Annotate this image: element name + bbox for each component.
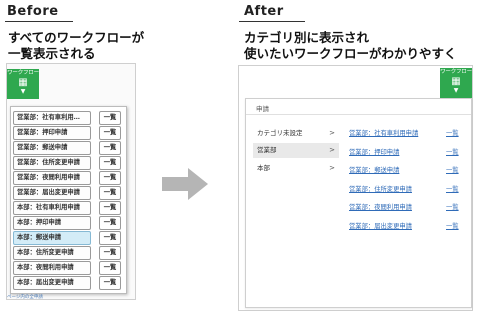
- workflow-link[interactable]: 営業部：届出変更申請: [349, 221, 412, 230]
- category-label: 営業部: [257, 146, 277, 154]
- category-label: カテゴリ未設定: [257, 129, 303, 137]
- caret-down-icon: ▼: [20, 88, 26, 95]
- after-tag: After: [244, 4, 284, 19]
- caret-down-icon: ▼: [453, 87, 459, 94]
- before-heading-line1: すべてのワークフローが: [8, 30, 145, 45]
- before-workflow-button-label: ワークフロー: [7, 70, 39, 76]
- before-workflow-item[interactable]: 営業部：届出変更申請: [13, 186, 91, 200]
- before-list-button[interactable]: 一覧: [99, 141, 121, 155]
- before-status-text: ページ内の全申請: [7, 295, 43, 300]
- before-list-button[interactable]: 一覧: [99, 171, 121, 185]
- after-workflow-button-label: ワークフロー: [440, 69, 472, 75]
- chevron-right-icon: >: [329, 129, 335, 137]
- category-item[interactable]: 本部 >: [253, 161, 339, 176]
- before-workflow-item[interactable]: 本部：届出変更申請: [13, 276, 91, 290]
- before-list-button[interactable]: 一覧: [99, 276, 121, 290]
- workflow-list-link[interactable]: 一覧: [446, 184, 459, 193]
- category-item[interactable]: 営業部 >: [253, 143, 339, 158]
- before-workflow-item[interactable]: 営業部：夜間利用申請: [13, 171, 91, 185]
- before-list-button[interactable]: 一覧: [99, 216, 121, 230]
- arrow-right-icon: [162, 168, 208, 200]
- before-list-button[interactable]: 一覧: [99, 261, 121, 275]
- workflow-link[interactable]: 営業部：押印申請: [349, 147, 399, 156]
- before-workflow-item[interactable]: 営業部：社有車利用…: [13, 111, 91, 125]
- workflow-link[interactable]: 営業部：郵送申請: [349, 165, 399, 174]
- workflow-list-link[interactable]: 一覧: [446, 128, 459, 137]
- before-list-button[interactable]: 一覧: [99, 156, 121, 170]
- before-list-button[interactable]: 一覧: [99, 111, 121, 125]
- before-list-button[interactable]: 一覧: [99, 231, 121, 245]
- before-list-button[interactable]: 一覧: [99, 201, 121, 215]
- before-workflow-item[interactable]: 営業部：押印申請: [13, 126, 91, 140]
- before-workflow-item[interactable]: 営業部：住所変更申請: [13, 156, 91, 170]
- after-heading-line1: カテゴリ別に表示され: [244, 30, 370, 45]
- before-workflow-item[interactable]: 本部：住所変更申請: [13, 246, 91, 260]
- after-heading-line2: 使いたいワークフローがわかりやすく: [244, 46, 457, 61]
- after-workflow-button[interactable]: ワークフロー ▦ ▼: [440, 68, 472, 98]
- before-list-button[interactable]: 一覧: [99, 126, 121, 140]
- chevron-right-icon: >: [329, 164, 335, 172]
- before-heading-line2: 一覧表示される: [8, 46, 96, 61]
- category-label: 本部: [257, 164, 270, 172]
- workflow-link[interactable]: 営業部：夜間利用申請: [349, 202, 412, 211]
- before-tag-underline: [5, 21, 73, 22]
- workflow-list-link[interactable]: 一覧: [446, 202, 459, 211]
- modal-divider: [246, 114, 471, 115]
- after-tag-underline: [239, 21, 305, 22]
- before-workflow-item[interactable]: 本部：社有車利用申請: [13, 201, 91, 215]
- category-item[interactable]: カテゴリ未設定 >: [253, 126, 339, 141]
- modal-title: 申請: [256, 105, 269, 113]
- chevron-right-icon: >: [329, 146, 335, 154]
- before-workflow-item[interactable]: 営業部：郵送申請: [13, 141, 91, 155]
- before-list-button[interactable]: 一覧: [99, 186, 121, 200]
- before-list-button[interactable]: 一覧: [99, 246, 121, 260]
- before-workflow-item[interactable]: 本部：押印申請: [13, 216, 91, 230]
- workflow-list-link[interactable]: 一覧: [446, 165, 459, 174]
- workflow-link[interactable]: 営業部：社有車利用申請: [349, 128, 418, 137]
- workflow-list-link[interactable]: 一覧: [446, 221, 459, 230]
- before-tag: Before: [7, 4, 59, 19]
- workflow-link[interactable]: 営業部：住所変更申請: [349, 184, 412, 193]
- before-workflow-item[interactable]: 本部：郵送申請: [13, 231, 91, 245]
- workflow-list-link[interactable]: 一覧: [446, 147, 459, 156]
- before-workflow-item[interactable]: 本部：夜間利用申請: [13, 261, 91, 275]
- before-workflow-button[interactable]: ワークフロー ▦ ▼: [7, 69, 39, 99]
